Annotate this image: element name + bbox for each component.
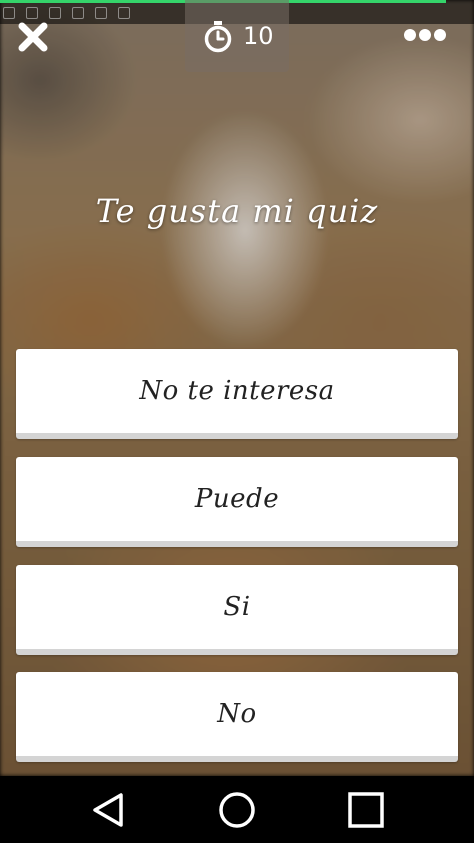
answer-option[interactable]: No [16,672,458,762]
navigation-bar [0,776,474,843]
answer-label: Puede [194,484,280,514]
notification-icon [3,7,15,19]
quiz-question: Te gusta mi quiz [95,192,379,230]
notification-icon [49,7,62,19]
recents-icon [348,792,384,828]
answer-option[interactable]: No te interesa [16,349,458,439]
more-options-icon [419,29,431,41]
stopwatch-icon [204,21,232,53]
notification-icon [72,7,85,19]
answer-label: No te interesa [139,376,335,406]
timer-badge: 10 [185,0,289,72]
answer-option[interactable]: Si [16,565,458,655]
answer-label: Si [223,592,251,622]
notification-icon [95,7,108,19]
home-button[interactable] [217,790,257,830]
home-icon [219,792,255,828]
close-button[interactable] [16,20,50,54]
more-options-icon [434,29,446,41]
answer-label: No [217,699,257,729]
recents-button[interactable] [346,790,386,830]
more-options-icon [404,29,416,41]
close-icon [18,22,48,52]
timer-count: 10 [243,22,274,50]
quiz-screen: 10 Te gusta mi quiz No te interesa Puede… [0,0,474,843]
notification-icon [26,7,39,19]
notification-icon [118,7,131,19]
answer-option[interactable]: Puede [16,457,458,547]
back-button[interactable] [88,790,128,830]
back-icon [93,793,123,827]
more-options-button[interactable] [404,26,454,46]
